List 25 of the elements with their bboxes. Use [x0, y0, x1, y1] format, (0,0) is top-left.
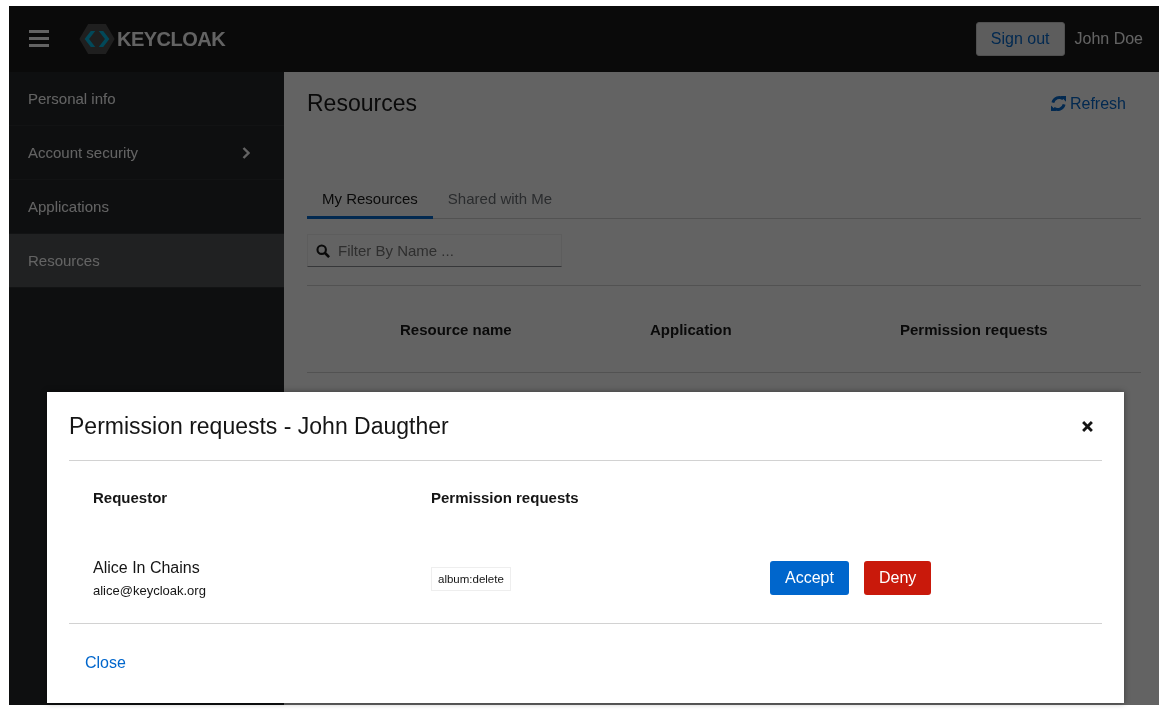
user-name: John Doe: [1074, 30, 1143, 48]
menu-icon[interactable]: [29, 30, 49, 48]
refresh-link[interactable]: Refresh: [1050, 94, 1126, 113]
close-icon[interactable]: [1082, 420, 1093, 432]
column-header: Permission requests: [900, 320, 1048, 338]
logo-text: KEYCLOAK: [117, 27, 226, 51]
sign-out-button[interactable]: Sign out: [975, 22, 1065, 56]
refresh-icon: [1050, 96, 1066, 111]
column-header: Resource name: [400, 320, 513, 338]
accept-button[interactable]: Accept: [770, 561, 849, 595]
modal-title: Permission requests - John Daugther: [69, 412, 449, 440]
requestor-email: alice@keycloak.org: [93, 582, 207, 598]
column-header: Application: [650, 320, 733, 338]
requestor-name: Alice In Chains: [93, 558, 201, 577]
scope-label: album:delete: [431, 567, 511, 591]
page-title: Resources: [307, 90, 417, 117]
close-link[interactable]: Close: [85, 654, 126, 671]
column-header: Requestor: [93, 488, 169, 506]
column-header: Permission requests: [431, 488, 580, 506]
chevron-right-icon: [242, 146, 250, 159]
logo-icon: [79, 24, 115, 54]
tab[interactable]: My Resources: [307, 183, 433, 219]
tab[interactable]: Shared with Me: [432, 183, 568, 218]
deny-button[interactable]: Deny: [863, 561, 932, 595]
sidebar-item[interactable]: Resources: [9, 234, 284, 288]
